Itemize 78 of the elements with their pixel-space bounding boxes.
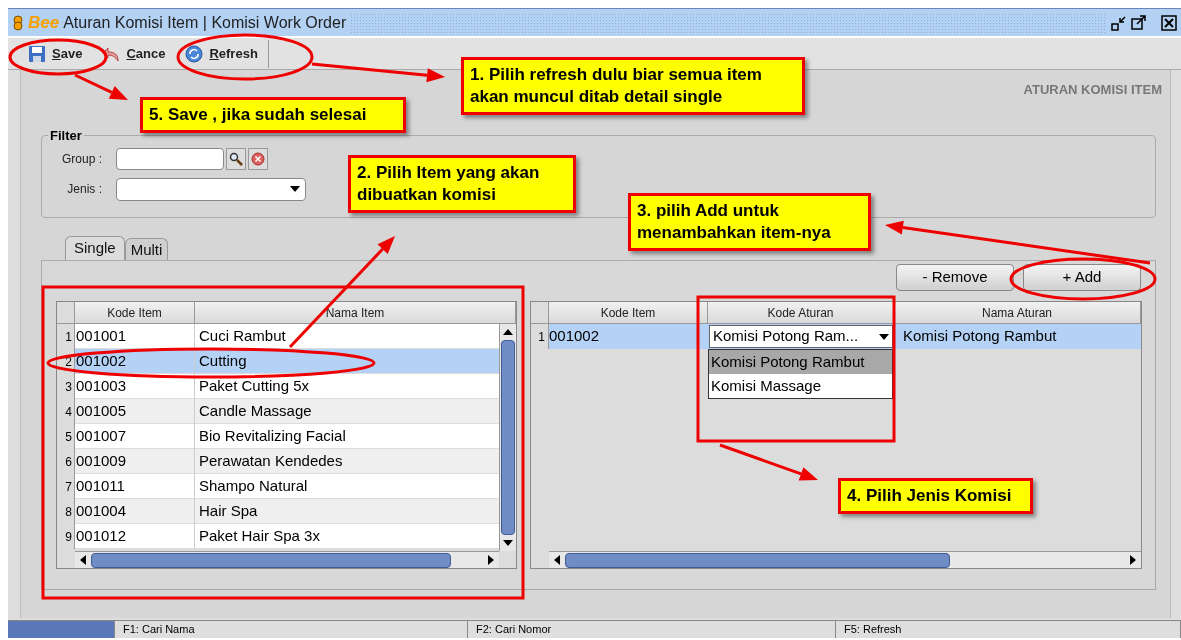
row-number: 1 <box>57 324 75 349</box>
table-cell-text: Cutting <box>198 351 248 372</box>
table-cell-text: Shampo Natural <box>198 476 309 497</box>
action-button[interactable]: - Remove <box>896 264 1014 291</box>
table-row[interactable]: 7 001011 Shampo Natural <box>57 474 499 499</box>
table-row[interactable]: 3 001003 Paket Cutting 5x <box>57 374 499 399</box>
table-row[interactable]: 5 001007 Bio Revitalizing Facial <box>57 424 499 449</box>
table-row[interactable]: 9 001012 Paket Hair Spa 3x <box>57 524 499 549</box>
status-text: F5: Refresh <box>836 621 1181 638</box>
callout-note: 4. Pilih Jenis Komisi <box>838 478 1033 514</box>
dropdown-option[interactable]: Komisi Potong Rambut <box>709 350 892 374</box>
row-number: 1 <box>531 324 549 349</box>
refresh-icon <box>185 44 204 63</box>
table-cell-text: Cuci Rambut <box>198 326 287 347</box>
filter-legend: Filter <box>48 126 84 146</box>
horizontal-scrollbar[interactable] <box>549 551 1141 568</box>
action-button[interactable]: + Add <box>1023 264 1141 291</box>
table-cell-text: Bio Revitalizing Facial <box>198 426 347 447</box>
jenis-dropdown[interactable] <box>116 177 306 201</box>
table-row[interactable]: 1 001001 Cuci Rambut <box>57 324 499 349</box>
column-header[interactable]: Kode Item <box>549 302 708 324</box>
status-text: F2: Cari Nomor <box>468 621 836 638</box>
toolbar-button[interactable]: Save <box>18 39 93 68</box>
logo-icon <box>12 14 24 31</box>
callout-note: 2. Pilih Item yang akan dibuatkan komisi <box>348 155 576 213</box>
column-header[interactable]: Kode Aturan <box>708 302 894 324</box>
row-number: 7 <box>57 474 75 499</box>
table-cell-text: Paket Cutting 5x <box>198 376 311 397</box>
close-icon[interactable] <box>1161 14 1177 31</box>
tab[interactable]: Multi <box>124 238 169 260</box>
callout-note: 1. Pilih refresh dulu biar semua item akan muncul ditab detail single <box>461 57 805 115</box>
app-logo: Bee <box>28 14 60 31</box>
group-input-field[interactable] <box>116 147 224 170</box>
table-cell-text: Perawatan Kendedes <box>198 451 344 472</box>
clear-button[interactable] <box>248 147 268 170</box>
row-number: 9 <box>57 524 75 549</box>
search-button[interactable] <box>226 147 246 170</box>
field-label: Jenis : <box>66 181 103 198</box>
column-header[interactable]: Nama Item <box>195 302 516 324</box>
column-header[interactable]: Nama Aturan <box>894 302 1141 324</box>
table-row[interactable]: 8 001004 Hair Spa <box>57 499 499 524</box>
row-number: 8 <box>57 499 75 524</box>
kode-aturan-dropdown[interactable]: Komisi Potong Ram... <box>709 325 893 348</box>
maximize-icon[interactable] <box>1131 14 1147 31</box>
form-title: ATURAN KOMISI ITEM <box>1023 81 1162 98</box>
scroll-thumb[interactable] <box>565 552 950 568</box>
tab[interactable]: Single <box>65 236 125 260</box>
column-header[interactable]: Kode Item <box>75 302 195 324</box>
row-number: 4 <box>57 399 75 424</box>
restore-icon[interactable] <box>1111 14 1127 31</box>
status-text: F1: Cari Nama <box>115 621 468 638</box>
table-cell-text: Candle Massage <box>198 401 313 422</box>
table-cell-text: Komisi Potong Rambut <box>902 326 1058 347</box>
search-icon <box>229 151 243 166</box>
clear-icon <box>251 151 265 166</box>
table-cell-text: 001002 <box>549 326 601 347</box>
table-cell: 001012 <box>75 524 195 549</box>
table-row[interactable]: 1 001002 Komisi Potong Ram... Komisi Potong Rambut <box>531 324 1141 349</box>
vertical-scrollbar[interactable] <box>499 324 516 551</box>
horizontal-scrollbar[interactable] <box>75 551 499 568</box>
table-row[interactable]: 4 001005 Candle Massage <box>57 399 499 424</box>
caret-icon <box>879 333 889 340</box>
row-number: 5 <box>57 424 75 449</box>
row-number: 6 <box>57 449 75 474</box>
table-cell-text: Paket Hair Spa 3x <box>198 526 321 547</box>
window-title: Aturan Komisi Item | Komisi Work Order <box>63 12 347 33</box>
callout-note: 5. Save , jika sudah selesai <box>140 97 406 133</box>
scroll-thumb[interactable] <box>501 340 515 535</box>
field-label: Group : <box>60 150 103 168</box>
table-row[interactable]: 6 001009 Perawatan Kendedes <box>57 449 499 474</box>
callout-note: 3. pilih Add untuk menambahkan item-nya <box>628 193 871 251</box>
toolbar-button[interactable]: Refresh <box>175 39 269 68</box>
toolbar-button[interactable]: Cance <box>92 39 176 68</box>
row-number: 3 <box>57 374 75 399</box>
caret-icon <box>290 186 300 192</box>
table-cell-text: Hair Spa <box>198 501 259 522</box>
annotation-arrow <box>74 73 128 100</box>
scroll-thumb[interactable] <box>91 552 451 568</box>
